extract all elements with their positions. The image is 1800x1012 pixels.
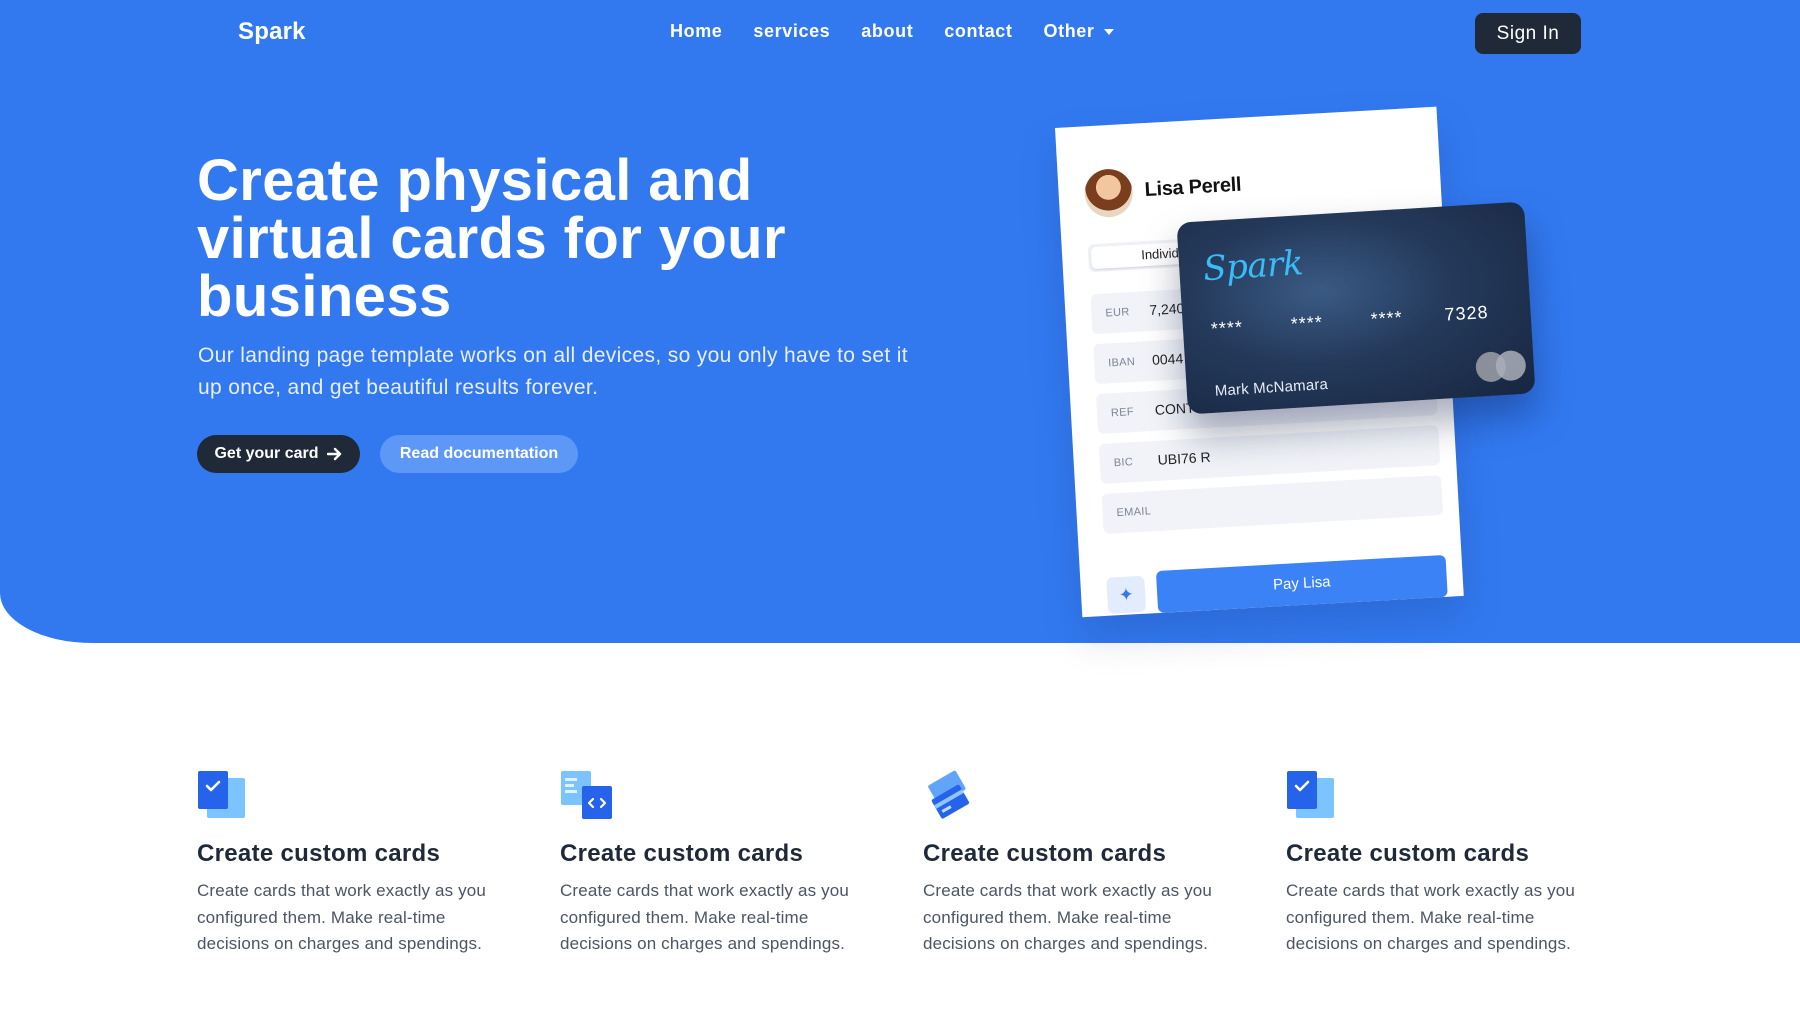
get-card-label: Get your card <box>214 445 319 462</box>
checklist-icon <box>1287 771 1334 818</box>
chevron-down-icon <box>1103 28 1114 35</box>
nav-links: Home services about contact Other <box>670 21 1114 42</box>
nav-dropdown-label: Other <box>1043 21 1095 41</box>
field-label: EUR <box>1105 306 1130 320</box>
card-number-group: **** <box>1290 312 1324 334</box>
card-number-group: **** <box>1210 316 1244 339</box>
checklist-icon <box>198 771 245 818</box>
top-navbar: Spark Home services about contact Other … <box>0 0 1800 66</box>
code-document-icon <box>561 771 612 819</box>
read-documentation-button[interactable]: Read documentation <box>380 435 578 473</box>
field-label: BIC <box>1113 456 1134 470</box>
feature-title: Create custom cards <box>923 840 1167 867</box>
card-number-last4: 7328 <box>1443 301 1490 325</box>
nav-link-contact[interactable]: contact <box>944 21 1012 42</box>
mastercard-logo-icon <box>1474 349 1529 383</box>
feature-description: Create cards that work exactly as you co… <box>197 881 487 953</box>
card-holder-name: Mark McNamara <box>1214 375 1329 400</box>
card-number-group: **** <box>1370 307 1404 330</box>
feature-description: Create cards that work exactly as you co… <box>1286 881 1576 953</box>
get-card-button[interactable]: Get your card <box>197 435 360 473</box>
card-brand: Spark <box>1202 243 1305 290</box>
credit-card: Spark **** **** **** 7328 Mark McNamara <box>1176 201 1536 415</box>
bic-field: BIC UBI76 R <box>1098 425 1441 484</box>
email-field: EMAIL <box>1101 474 1444 534</box>
avatar <box>1083 167 1135 219</box>
sparkle-icon: ✦ <box>1106 575 1147 614</box>
field-value: 7,240 <box>1148 300 1185 319</box>
nav-link-about[interactable]: about <box>861 21 913 42</box>
field-label: EMAIL <box>1116 505 1152 520</box>
arrow-right-icon <box>326 447 341 461</box>
field-label: IBAN <box>1107 355 1136 370</box>
nav-link-home[interactable]: Home <box>670 21 722 42</box>
product-mockup: Lisa Perell Individ EUR 7,240 IBAN 0044 … <box>1040 106 1580 640</box>
feature-description: Create cards that work exactly as you co… <box>923 881 1213 953</box>
hero-subtitle: Our landing page template works on all d… <box>198 344 908 399</box>
sign-in-button[interactable]: Sign In <box>1475 13 1581 54</box>
features-section: Create custom cards Create cards that wo… <box>197 770 1607 970</box>
brand-logo[interactable]: Spark <box>238 18 306 46</box>
field-label: REF <box>1110 406 1135 420</box>
feature-title: Create custom cards <box>197 840 441 867</box>
feature-title: Create custom cards <box>1286 840 1530 867</box>
field-value: UBI76 R <box>1157 448 1211 468</box>
hero-title: Create physical and virtual cards for yo… <box>197 148 786 329</box>
nav-dropdown-other[interactable]: Other <box>1044 21 1114 42</box>
pay-button: Pay Lisa <box>1155 554 1448 613</box>
recipient-name: Lisa Perell <box>1143 173 1242 202</box>
feature-description: Create cards that work exactly as you co… <box>560 881 850 953</box>
nav-link-services[interactable]: services <box>753 21 830 42</box>
feature-title: Create custom cards <box>560 840 804 867</box>
credit-cards-icon <box>928 770 970 819</box>
field-value: 0044 <box>1151 350 1184 368</box>
